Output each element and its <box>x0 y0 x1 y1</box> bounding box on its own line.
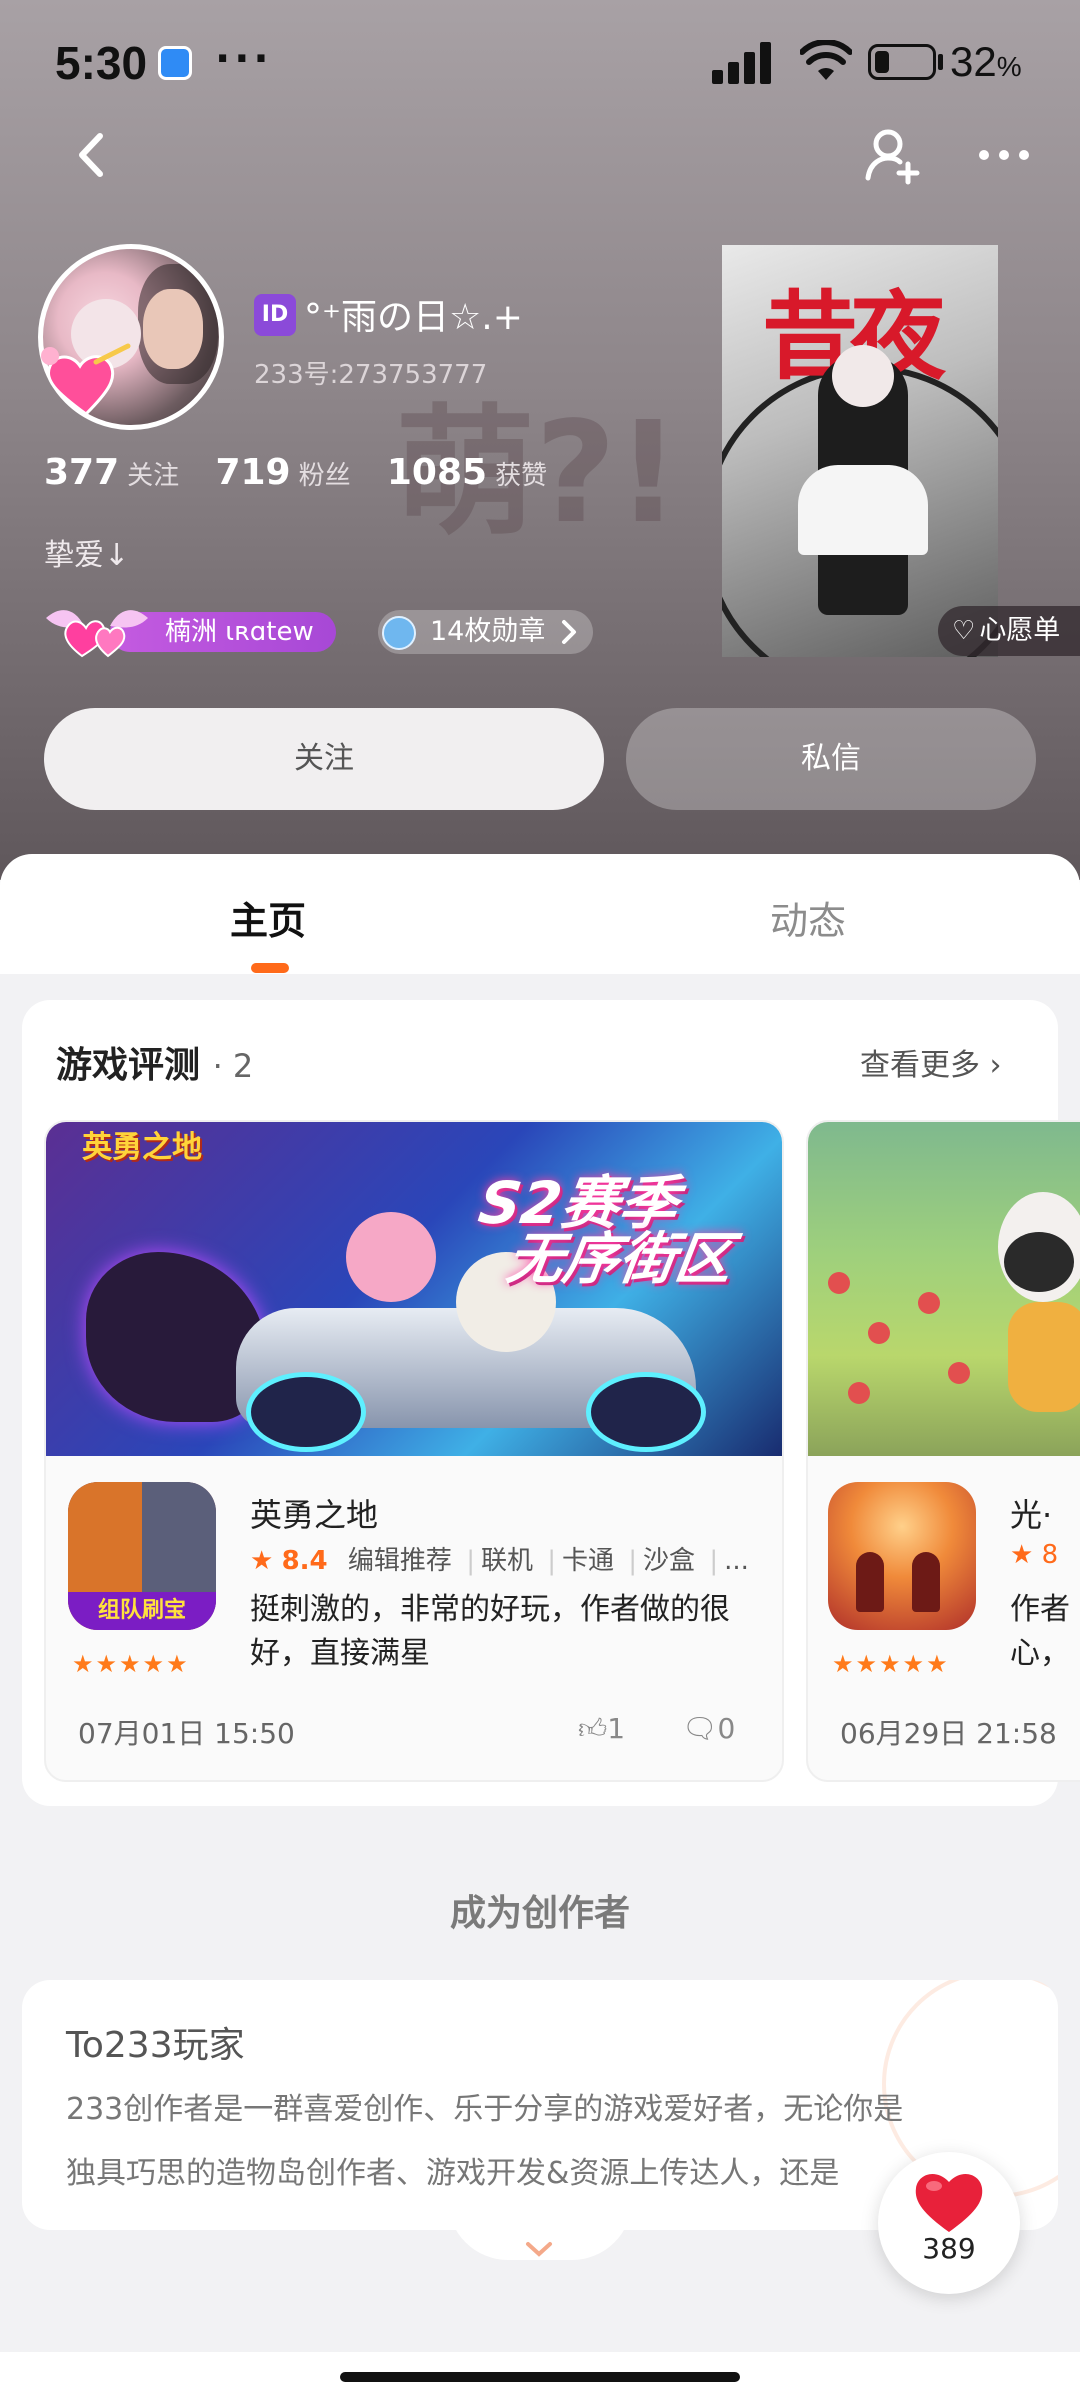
view-more-link[interactable]: 查看更多 › <box>860 1040 1002 1084</box>
status-time: 5:30 <box>55 37 148 89</box>
battery-percent: 32% <box>950 38 1022 85</box>
review-text: 作者心， <box>1010 1592 1070 1671</box>
user-id[interactable]: 233号:273753777 <box>254 354 487 391</box>
medal-icon <box>382 616 416 650</box>
review-date: 07月01日 15:50 <box>78 1717 295 1750</box>
chevron-right-icon: › <box>989 1048 1002 1083</box>
review-card[interactable]: 英勇之地 S2赛季 无序街区 组队刷宝 ★★★★★ 英勇之地 ★ 8.4 编辑推… <box>44 1120 784 1782</box>
rating-stars: ★★★★★ <box>832 1650 950 1678</box>
reviews-title: 游戏评测 · 2 <box>56 1045 254 1086</box>
back-icon[interactable] <box>68 130 118 180</box>
tab-feed[interactable]: 动态 <box>770 890 846 945</box>
id-badge-icon: ID <box>254 294 296 336</box>
avatar-heart-frame-icon <box>41 343 131 416</box>
active-tab-indicator <box>251 963 289 973</box>
heart-icon <box>915 2174 983 2232</box>
heart-outline-icon: ♡ <box>952 616 976 646</box>
follow-button[interactable]: 关注 <box>44 708 604 810</box>
comment-button[interactable]: 🗨︎0 <box>682 1712 735 1745</box>
game-banner <box>808 1122 1080 1456</box>
app-notification-icon <box>158 46 192 80</box>
status-more-dots: ··· <box>215 36 273 82</box>
like-button[interactable]: 👍︎1 <box>578 1712 625 1746</box>
tab-home[interactable]: 主页 <box>230 890 306 945</box>
review-text: 挺刺激的，非常的好玩，作者做的很好，直接满星 <box>250 1592 730 1671</box>
rating-stars: ★★★★★ <box>72 1650 190 1678</box>
creator-text-line: 独具巧思的造物岛创作者、游戏开发&资源上传达人，还是 <box>66 2156 840 2191</box>
battery-cap <box>938 54 943 70</box>
user-bio: 挚爱↓ <box>44 538 130 573</box>
become-creator-heading: 成为创作者 <box>449 1893 630 1934</box>
battery-icon <box>868 44 936 80</box>
review-date: 06月29日 21:58 <box>840 1717 1057 1750</box>
home-indicator[interactable] <box>340 2372 740 2382</box>
more-options-icon[interactable] <box>976 140 1032 170</box>
content-sheet <box>0 854 1080 974</box>
comment-icon: 🗨︎ <box>682 1712 718 1745</box>
user-nickname: °⁺雨の日☆.+ <box>304 297 523 338</box>
thumbs-up-icon: 👍︎ <box>578 1712 608 1745</box>
add-friend-icon[interactable] <box>864 126 922 186</box>
like-count: 389 <box>922 2232 976 2265</box>
game-name: 英勇之地 <box>250 1496 379 1534</box>
wishlist-button[interactable]: ♡ 心愿单 <box>938 606 1080 656</box>
game-meta: ★ 8.4 编辑推荐 | 联机 | 卡通 | 沙盒 |... <box>250 1546 749 1576</box>
stat-following[interactable]: 377 关注 <box>44 452 207 493</box>
chevron-down-icon <box>526 2242 552 2257</box>
creator-text-line: 233创作者是一群喜爱创作、乐于分享的游戏爱好者，无论你是 <box>66 2092 904 2127</box>
wifi-icon <box>800 40 852 80</box>
chevron-right-icon <box>562 620 576 644</box>
star-icon: ★ <box>250 1546 274 1576</box>
status-bar: 5:30 ··· 32% <box>0 0 1080 125</box>
game-icon[interactable]: 组队刷宝 <box>68 1482 216 1630</box>
heart-wings-icon <box>46 610 148 658</box>
creator-card-title: To233玩家 <box>66 2025 245 2066</box>
game-banner: 英勇之地 S2赛季 无序街区 <box>46 1122 782 1456</box>
signal-icon <box>712 40 774 84</box>
wishlist-cover-image[interactable]: 昔夜 <box>722 245 998 657</box>
game-name: 光· <box>1010 1496 1053 1534</box>
game-meta: ★ 8 <box>1010 1540 1059 1570</box>
stat-likes[interactable]: 1085 获赞 <box>387 452 575 493</box>
stat-followers[interactable]: 719 粉丝 <box>215 452 378 493</box>
game-icon[interactable] <box>828 1482 976 1630</box>
review-card[interactable]: ★★★★★ 光· ★ 8 作者心， 06月29日 21:58 <box>806 1120 1080 1782</box>
profile-stats: 377 关注 719 粉丝 1085 获赞 <box>44 452 575 493</box>
message-button[interactable]: 私信 <box>626 708 1036 810</box>
